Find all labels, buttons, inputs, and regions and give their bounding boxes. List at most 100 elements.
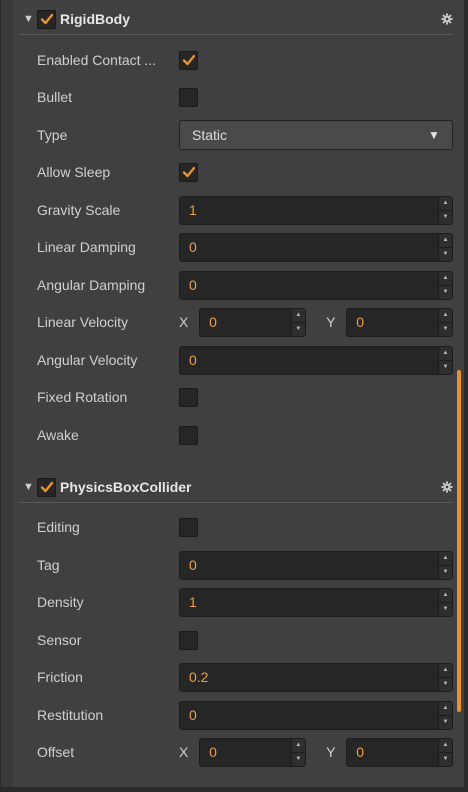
linear-damping-value[interactable]: 0 (180, 239, 438, 255)
collapse-triangle-icon[interactable]: ▼ (23, 13, 37, 25)
awake-checkbox[interactable] (179, 425, 198, 445)
tag-value[interactable]: 0 (180, 557, 438, 573)
panel-bottom-border (0, 787, 468, 792)
spinner-down-icon[interactable]: ▼ (439, 248, 452, 261)
type-label: Type (37, 127, 68, 143)
angular-velocity-value[interactable]: 0 (180, 352, 438, 368)
linear-velocity-label: Linear Velocity (37, 314, 129, 330)
spinner-up-icon[interactable]: ▲ (439, 197, 452, 211)
number-spinner[interactable]: ▲ ▼ (437, 308, 452, 336)
spinner-down-icon[interactable]: ▼ (439, 323, 452, 336)
spinner-up-icon[interactable]: ▲ (439, 234, 452, 248)
density-input[interactable]: 1 ▲ ▼ (179, 587, 453, 617)
spinner-up-icon[interactable]: ▲ (439, 552, 452, 566)
number-spinner[interactable]: ▲ ▼ (438, 346, 452, 374)
number-spinner[interactable]: ▲ ▼ (438, 271, 452, 299)
gravity-scale-value[interactable]: 1 (180, 202, 438, 218)
spinner-up-icon[interactable]: ▲ (291, 739, 305, 753)
inspector-panel: ▼ RigidBody Enabled Contact ... Bullet T… (0, 0, 468, 792)
number-spinner[interactable]: ▲ ▼ (438, 663, 452, 691)
awake-label: Awake (37, 427, 79, 443)
bullet-label: Bullet (37, 89, 73, 105)
editing-checkbox[interactable] (179, 517, 198, 537)
density-label: Density (37, 594, 84, 610)
panel-left-gutter (1, 0, 13, 792)
rigidbody-enabled-checkbox[interactable] (37, 9, 56, 29)
spinner-up-icon[interactable]: ▲ (438, 739, 452, 753)
number-spinner[interactable]: ▲ ▼ (290, 738, 305, 766)
collapse-triangle-icon[interactable]: ▼ (23, 481, 37, 493)
offset-y-value[interactable]: 0 (347, 744, 438, 760)
angular-velocity-row: Angular Velocity 0 ▲ ▼ (37, 345, 453, 375)
number-spinner[interactable]: ▲ ▼ (438, 701, 452, 729)
spinner-down-icon[interactable]: ▼ (439, 753, 452, 766)
friction-row: Friction 0.2 ▲ ▼ (37, 662, 453, 692)
density-row: Density 1 ▲ ▼ (37, 587, 453, 617)
type-row: Type Static ▼ (37, 120, 453, 150)
number-spinner[interactable]: ▲ ▼ (438, 588, 452, 616)
collider-enabled-checkbox[interactable] (37, 477, 56, 497)
sensor-checkbox[interactable] (179, 630, 198, 650)
spinner-down-icon[interactable]: ▼ (439, 566, 452, 579)
fixed-rotation-checkbox[interactable] (179, 387, 198, 407)
bullet-row: Bullet (37, 82, 453, 112)
spinner-down-icon[interactable]: ▼ (292, 323, 305, 336)
number-spinner[interactable]: ▲ ▼ (438, 551, 452, 579)
spinner-up-icon[interactable]: ▲ (439, 702, 452, 716)
gravity-scale-input[interactable]: 1 ▲ ▼ (179, 195, 453, 225)
number-spinner[interactable]: ▲ ▼ (438, 233, 452, 261)
spinner-down-icon[interactable]: ▼ (439, 361, 452, 374)
spinner-up-icon[interactable]: ▲ (439, 347, 452, 361)
linear-damping-input[interactable]: 0 ▲ ▼ (179, 232, 453, 262)
spinner-down-icon[interactable]: ▼ (439, 286, 452, 299)
offset-y-input[interactable]: 0 ▲ ▼ (346, 737, 453, 767)
dropdown-caret-icon: ▼ (428, 128, 440, 142)
spinner-down-icon[interactable]: ▼ (292, 753, 305, 766)
spinner-down-icon[interactable]: ▼ (439, 678, 452, 691)
linear-velocity-y-input[interactable]: 0 ▲ ▼ (346, 307, 453, 337)
spinner-down-icon[interactable]: ▼ (439, 603, 452, 616)
friction-value[interactable]: 0.2 (180, 669, 438, 685)
angular-velocity-label: Angular Velocity (37, 352, 138, 368)
checkmark-icon (182, 166, 195, 178)
number-spinner[interactable]: ▲ ▼ (437, 738, 452, 766)
spinner-down-icon[interactable]: ▼ (439, 211, 452, 224)
spinner-up-icon[interactable]: ▲ (439, 589, 452, 603)
type-select[interactable]: Static ▼ (179, 120, 453, 150)
rigidbody-header[interactable]: ▼ RigidBody (19, 4, 454, 34)
angular-velocity-input[interactable]: 0 ▲ ▼ (179, 345, 453, 375)
panel-right-border (464, 0, 468, 792)
y-axis-label: Y (326, 314, 336, 330)
linear-velocity-x-value[interactable]: 0 (200, 314, 291, 330)
number-spinner[interactable]: ▲ ▼ (438, 196, 452, 224)
linear-velocity-y-value[interactable]: 0 (347, 314, 438, 330)
density-value[interactable]: 1 (180, 594, 438, 610)
angular-damping-input[interactable]: 0 ▲ ▼ (179, 270, 453, 300)
number-spinner[interactable]: ▲ ▼ (290, 308, 305, 336)
restitution-label: Restitution (37, 707, 104, 723)
gravity-scale-label: Gravity Scale (37, 202, 121, 218)
header-divider (19, 502, 453, 503)
restitution-value[interactable]: 0 (180, 707, 438, 723)
spinner-up-icon[interactable]: ▲ (439, 664, 452, 678)
spinner-up-icon[interactable]: ▲ (439, 272, 452, 286)
physics-box-collider-header[interactable]: ▼ PhysicsBoxCollider (19, 472, 454, 502)
tag-input[interactable]: 0 ▲ ▼ (179, 550, 453, 580)
friction-input[interactable]: 0.2 ▲ ▼ (179, 662, 453, 692)
offset-x-input[interactable]: 0 ▲ ▼ (199, 737, 306, 767)
editing-row: Editing (37, 512, 453, 542)
restitution-input[interactable]: 0 ▲ ▼ (179, 700, 453, 730)
enabled-contact-checkbox[interactable] (179, 50, 198, 70)
gear-icon[interactable] (440, 12, 454, 26)
gear-icon[interactable] (440, 480, 454, 494)
spinner-up-icon[interactable]: ▲ (438, 309, 452, 323)
x-axis-label: X (179, 314, 189, 330)
allow-sleep-checkbox[interactable] (179, 162, 198, 182)
linear-velocity-x-input[interactable]: 0 ▲ ▼ (199, 307, 306, 337)
vertical-scrollbar[interactable] (457, 370, 461, 712)
spinner-up-icon[interactable]: ▲ (291, 309, 305, 323)
spinner-down-icon[interactable]: ▼ (439, 716, 452, 729)
angular-damping-value[interactable]: 0 (180, 277, 438, 293)
bullet-checkbox[interactable] (179, 87, 198, 107)
offset-x-value[interactable]: 0 (200, 744, 291, 760)
